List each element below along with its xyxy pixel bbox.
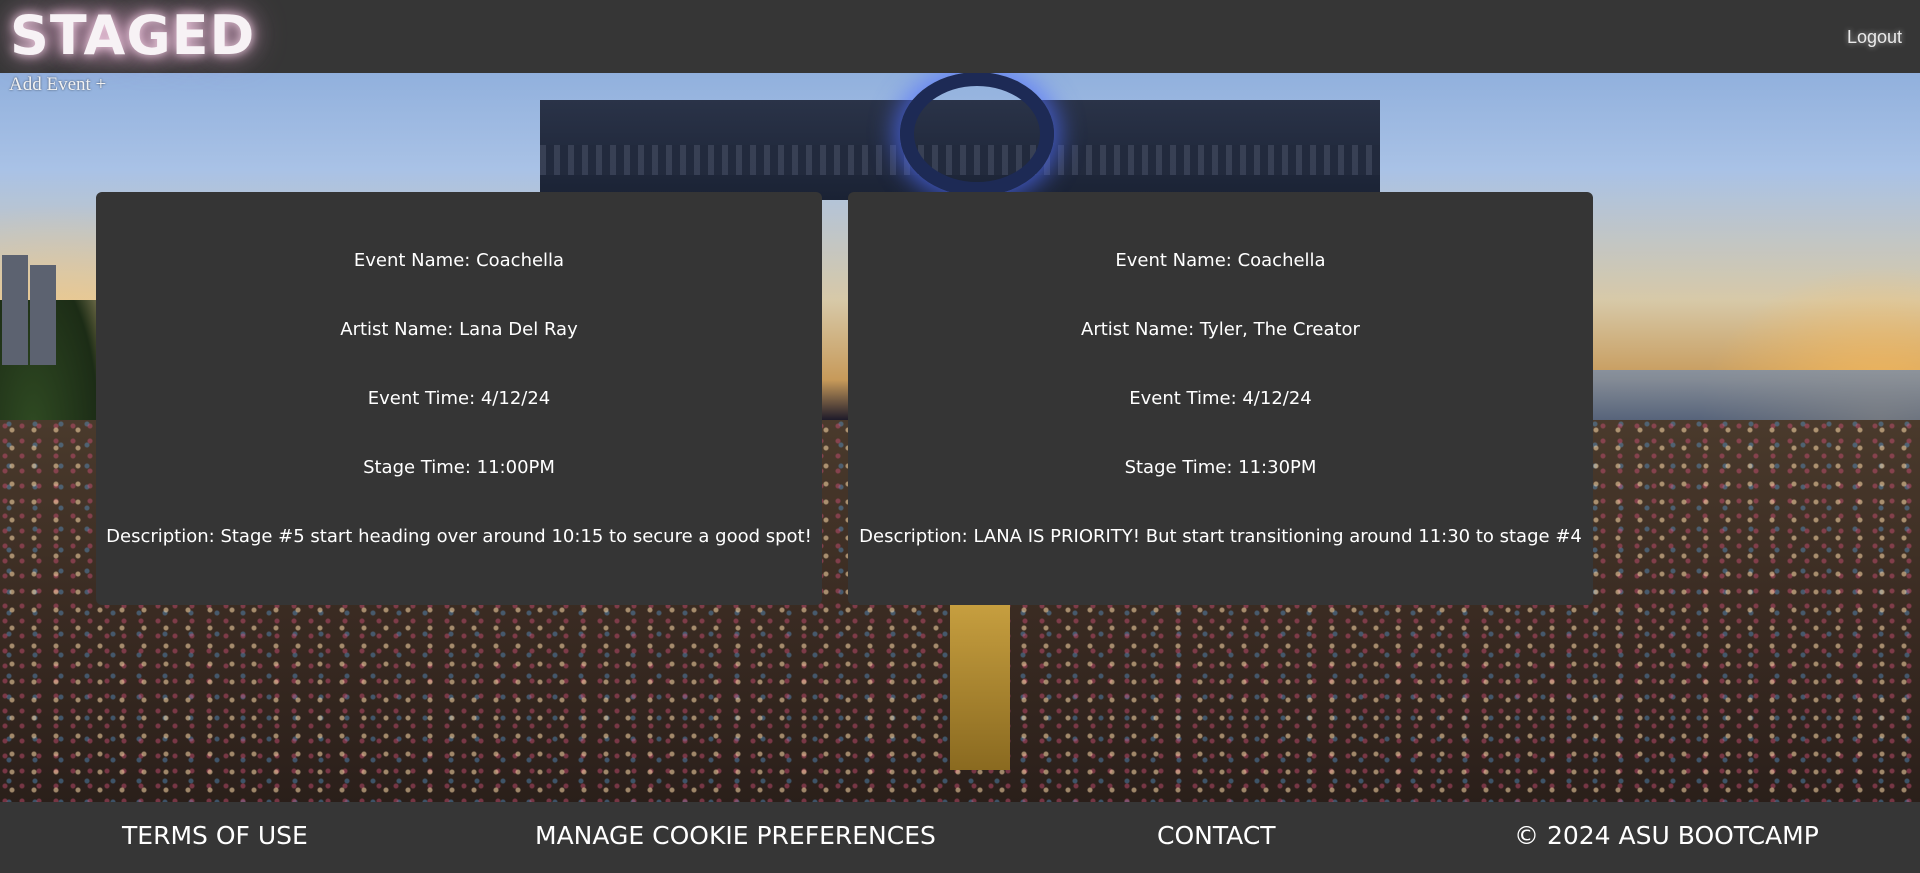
artist-name: Artist Name: Tyler, The Creator [1081, 319, 1360, 340]
add-event-link[interactable]: Add Event + [9, 74, 106, 96]
logout-link[interactable]: Logout [1847, 27, 1902, 48]
background-walkway [950, 600, 1010, 770]
background-tower [30, 265, 56, 365]
contact-link[interactable]: CONTACT [1157, 821, 1276, 850]
event-time: Event Time: 4/12/24 [367, 388, 551, 409]
cookie-preferences-link[interactable]: MANAGE COOKIE PREFERENCES [535, 821, 936, 850]
event-description: Description: LANA IS PRIORITY! But start… [859, 526, 1582, 547]
top-nav-bar: STAGED Logout [0, 0, 1920, 73]
background-tower [2, 255, 28, 365]
artist-name: Artist Name: Lana Del Ray [340, 319, 578, 340]
event-name: Event Name: Coachella [1115, 250, 1326, 271]
terms-of-use-link[interactable]: TERMS OF USE [122, 821, 308, 850]
copyright-text: © 2024 ASU BOOTCAMP [1514, 821, 1819, 850]
footer-bar: TERMS OF USE MANAGE COOKIE PREFERENCES C… [0, 802, 1920, 873]
page: STAGED Logout Add Event + Event Name: Co… [0, 0, 1920, 873]
event-time: Event Time: 4/12/24 [1129, 388, 1312, 409]
event-card: Event Name: Coachella Artist Name: Tyler… [848, 192, 1593, 605]
stage-time: Stage Time: 11:00PM [363, 457, 555, 478]
event-name: Event Name: Coachella [353, 250, 565, 271]
brand-logo[interactable]: STAGED [10, 4, 255, 68]
stage-time: Stage Time: 11:30PM [1124, 457, 1317, 478]
event-card: Event Name: Coachella Artist Name: Lana … [96, 192, 822, 605]
background-stage-ring [900, 72, 1054, 196]
event-description: Description: Stage #5 start heading over… [106, 526, 812, 547]
